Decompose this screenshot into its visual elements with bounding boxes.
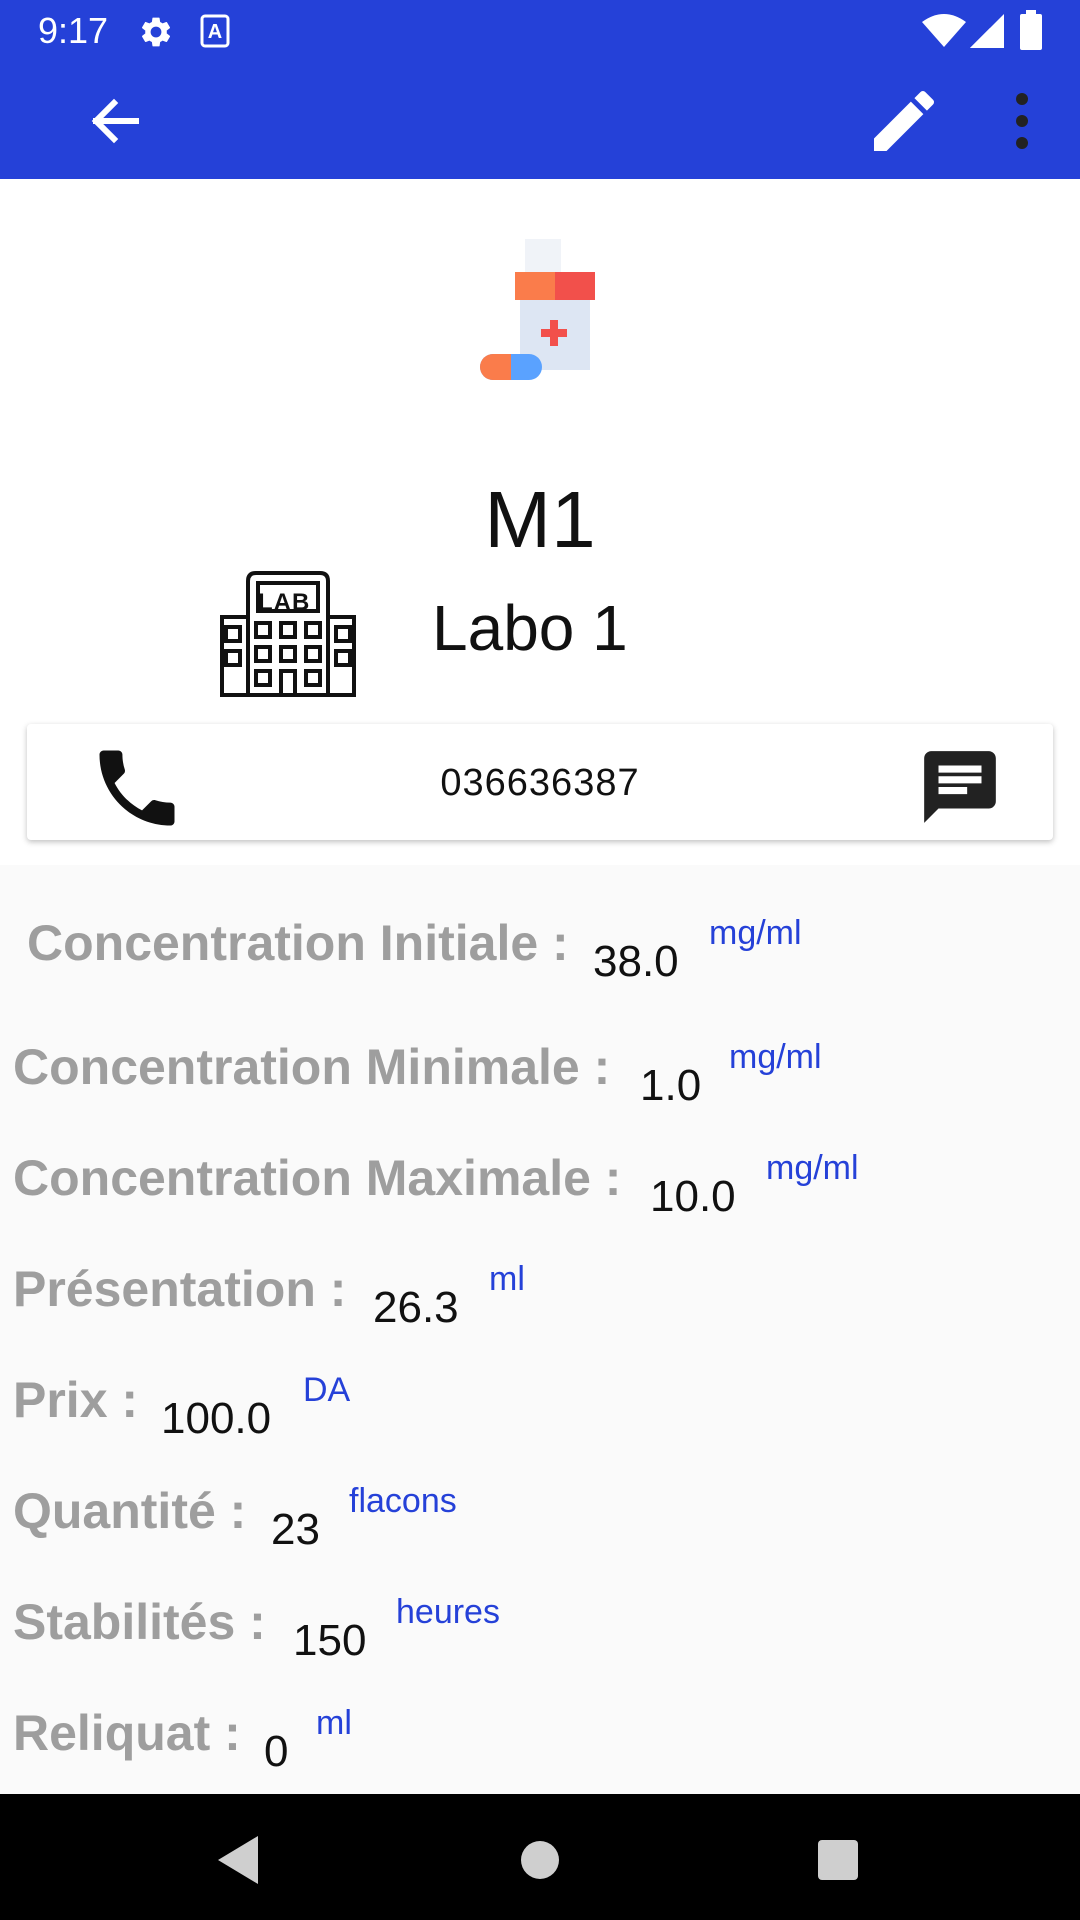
concentration-maximale-label: Concentration Maximale : — [13, 1150, 622, 1206]
concentration-minimale-value: 1.0 — [640, 1061, 702, 1110]
navigation-bar — [0, 1794, 1080, 1920]
lab-name: Labo 1 — [432, 592, 628, 664]
medicine-name: M1 — [484, 475, 596, 564]
concentration-minimale-label: Concentration Minimale : — [13, 1039, 611, 1095]
pencil-edit-icon[interactable] — [864, 81, 944, 161]
presentation-label: Présentation : — [13, 1261, 347, 1317]
phone-number: 036636387 — [440, 762, 640, 804]
reliquat-value: 0 — [264, 1727, 289, 1776]
concentration-initiale-unit: mg/ml — [709, 914, 802, 952]
battery-icon — [1020, 10, 1042, 50]
concentration-minimale-unit: mg/ml — [729, 1038, 822, 1076]
gear-icon — [142, 17, 171, 47]
status-time: 9:17 — [38, 10, 109, 51]
reliquat-label: Reliquat : — [13, 1705, 241, 1761]
concentration-initiale-value: 38.0 — [593, 937, 679, 986]
app-bar — [0, 63, 1080, 179]
reliquat-unit: ml — [316, 1704, 352, 1742]
quantite-label: Quantité : — [13, 1483, 247, 1539]
message-icon[interactable] — [917, 744, 1003, 830]
concentration-maximale-value: 10.0 — [650, 1172, 736, 1221]
wifi-icon — [922, 14, 966, 47]
prix-label: Prix : — [13, 1372, 139, 1428]
signal-icon — [970, 14, 1004, 48]
prix-unit: DA — [303, 1371, 351, 1409]
medicine-header: M1 LAB Labo 1 036636387 — [0, 179, 1080, 865]
back-triangle-icon[interactable] — [198, 1820, 278, 1900]
presentation-value: 26.3 — [373, 1283, 459, 1332]
arrow-back-icon[interactable] — [74, 81, 154, 161]
medicine-bottle-icon — [480, 239, 595, 380]
quantite-unit: flacons — [349, 1482, 457, 1520]
svg-text:A: A — [208, 21, 222, 43]
more-vertical-icon[interactable] — [982, 81, 1062, 161]
stabilites-label: Stabilités : — [13, 1594, 266, 1650]
home-circle-icon[interactable] — [500, 1820, 580, 1900]
presentation-unit: ml — [489, 1260, 525, 1298]
concentration-maximale-unit: mg/ml — [766, 1149, 859, 1187]
contact-card: 036636387 — [27, 724, 1053, 840]
accessibility-a-icon: A — [200, 14, 230, 48]
prix-value: 100.0 — [161, 1394, 272, 1443]
lab-icon-text: LAB — [258, 589, 311, 616]
stabilites-unit: heures — [396, 1593, 500, 1631]
stabilites-value: 150 — [293, 1616, 367, 1665]
quantite-value: 23 — [271, 1505, 320, 1554]
laboratory-building-icon — [220, 571, 356, 697]
recents-square-icon[interactable] — [798, 1820, 878, 1900]
status-bar: 9:17 A — [0, 0, 1080, 63]
concentration-initiale-label: Concentration Initiale : — [27, 915, 569, 971]
